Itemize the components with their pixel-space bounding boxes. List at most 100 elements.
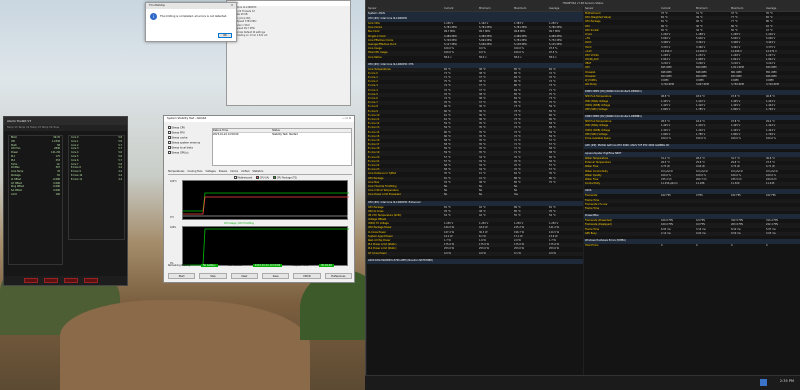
header-average: Average xyxy=(766,7,777,10)
table-cell-status: Stability Test: Started xyxy=(272,133,298,136)
sensor-row[interactable]: Conductivity 11.256 µS/cm 11.186 11.300 11.2… xyxy=(584,182,800,187)
sensor-value: No xyxy=(479,193,483,197)
legend-swatch xyxy=(256,176,259,179)
battery-value: No battery xyxy=(200,264,218,267)
stability-button[interactable]: Stop xyxy=(199,273,227,279)
legend-item[interactable]: CPU Package (TS) xyxy=(273,176,297,180)
taskbar-clock[interactable]: 2:35 PM xyxy=(780,379,794,383)
toolkit-button[interactable] xyxy=(84,278,98,283)
sensor-value: 3.03 ms xyxy=(766,231,776,235)
temperature-graph-svg xyxy=(183,192,349,217)
ok-button[interactable]: OK xyxy=(218,33,232,38)
checkbox-label: Stress local disks xyxy=(171,146,193,150)
checkbox-icon[interactable] xyxy=(168,131,171,134)
sensor-value xyxy=(695,207,730,211)
toolkit-right-panel: Core 0 5.8 Core 1 5.8 Core 2 5.7 Core 3 5.7 Core… xyxy=(68,135,125,240)
sensor-value: 11.245 xyxy=(766,182,775,186)
stability-tab[interactable]: Temperatures xyxy=(168,170,184,174)
cpuz-window[interactable]: CPU-Z Intel Core i9-14900HXCores 24 Thre… xyxy=(226,0,351,106)
checkbox-icon[interactable] xyxy=(168,136,171,139)
stability-tab[interactable]: Unified xyxy=(241,170,249,174)
sensor-value: 0.1 W xyxy=(514,251,521,255)
stability-tab[interactable]: Cooling Fans xyxy=(187,170,202,174)
sensor-row[interactable]: AIO Pump 3,726 RPM 3,697 RPM 3,756 RPM 3,726… xyxy=(584,83,800,88)
sensor-row[interactable]: Core Ratios 58.0 x 58.0 x 58.0 x 58.0 x xyxy=(367,56,583,60)
stability-button[interactable]: Start xyxy=(168,273,196,279)
sensor-value: 0 xyxy=(766,243,768,247)
battery-label: Remaining Battery: xyxy=(168,264,191,267)
sensor-row[interactable]: Drive Available Spare 100.0 % 100.0 % 100.0… xyxy=(584,137,800,141)
sensor-row[interactable]: GPU Busy 2.14 ms 0.00 ms 9.50 ms 3.03 ms xyxy=(584,231,800,236)
sensor-value: 1.800 V xyxy=(731,107,741,111)
stability-tab[interactable]: Clocks xyxy=(230,170,238,174)
checkbox-label: Stress FPU xyxy=(171,131,185,135)
message-dialog[interactable]: ThrottleStop ✕ i The limiting is complet… xyxy=(145,2,237,42)
legend-item[interactable]: Motherboard xyxy=(234,176,252,180)
sensor-name: Drive Available Spare xyxy=(585,136,611,140)
sensor-value: 11.186 xyxy=(696,182,705,186)
sensor-value: No xyxy=(444,193,448,197)
tray-icon[interactable] xyxy=(760,379,767,386)
usage-graph xyxy=(182,226,349,266)
graph-legend: Motherboard CPU (IA) CPU Package (TS) xyxy=(234,176,297,180)
sensor-section-header[interactable]: GPU [#0]: NVIDIA GeForce RTX 4090: ASUS … xyxy=(584,144,800,150)
checkbox-icon[interactable] xyxy=(168,141,171,144)
hwinfo-right-column: Sensor Current Minimum Maximum Average M… xyxy=(584,7,800,375)
sensor-value: 58.0 x xyxy=(514,55,522,59)
close-icon[interactable]: ✕ xyxy=(231,4,233,8)
cpuz-line: Start testing on 13 ok 1.63x vi2 xyxy=(231,34,268,37)
stability-tab[interactable]: Voltages xyxy=(206,170,216,174)
sensor-section-header[interactable]: ASUS ROG MAXIMUS Z790 APEX (Nuvoton NCT6… xyxy=(367,258,583,264)
checkbox-icon[interactable] xyxy=(168,151,171,154)
dialog-title: ThrottleStop xyxy=(149,4,166,7)
sensor-value: 1.785 V xyxy=(696,107,706,111)
hwinfo-left-column: Sensor Current Minimum Maximum Average S… xyxy=(367,7,583,375)
elapsed-label: Elapsed Time: xyxy=(292,264,309,267)
toolkit-tabs: Temp V1 Temp V2 Temp V3 Temp V4 Tune xyxy=(4,125,127,131)
section-title: ASUS ROG MAXIMUS Z790 APEX (Nuvoton NCT6… xyxy=(368,258,433,262)
sensor-value: 58.0 x xyxy=(549,55,557,59)
header-average: Average xyxy=(549,7,560,10)
stress-checkbox[interactable]: Stress GPU(s) xyxy=(168,151,208,156)
sensor-value: 1.800 V xyxy=(661,107,671,111)
legend-item[interactable]: CPU (IA) xyxy=(256,176,269,180)
stability-button[interactable]: Preferences xyxy=(324,273,352,279)
stability-button[interactable]: Clear xyxy=(230,273,258,279)
toolkit-title: Alarm Toolkit V7 xyxy=(4,117,127,125)
sensor-row[interactable]: VPP (SWC) Voltage 1.800 V 1.785 V 1.800 V 1.… xyxy=(584,107,800,113)
sensor-row[interactable]: Frame Time xyxy=(584,206,800,212)
sensor-value: 58.0 x xyxy=(479,55,487,59)
hwinfo-window[interactable]: HWiNFO64 v7.68 Sensors Status Sensor Cur… xyxy=(365,0,800,375)
sensor-name: Core Power Limit Exceeded xyxy=(368,193,401,197)
toolkit-button[interactable] xyxy=(64,278,78,283)
stability-button[interactable]: CPUID xyxy=(293,273,321,279)
sensor-value: 0.0 W xyxy=(549,251,556,255)
stability-test-window[interactable]: System Stability Test - AIDA64 — ☐ ✕ Str… xyxy=(163,115,355,283)
stability-tabs: Temperatures Cooling Fans Voltages Powers Cl… xyxy=(168,170,352,175)
wallpaper-rock xyxy=(60,300,310,390)
checkbox-icon[interactable] xyxy=(168,126,171,129)
info-icon: i xyxy=(150,13,157,20)
toolkit-button[interactable] xyxy=(24,278,38,283)
sensor-value: 0 xyxy=(696,243,698,247)
sensor-value xyxy=(660,207,695,211)
header-current: Current xyxy=(444,7,454,10)
sensor-row[interactable]: Total Errors 0 0 0 0 xyxy=(584,244,800,248)
sensor-name: Core Ratios xyxy=(368,55,382,59)
checkbox-icon[interactable] xyxy=(168,146,171,149)
toolkit-button[interactable] xyxy=(44,278,58,283)
sensor-value xyxy=(548,193,583,197)
stability-tab[interactable]: Powers xyxy=(219,170,227,174)
sensor-value: 100.0 % xyxy=(661,136,671,140)
header-minimum: Minimum xyxy=(479,7,491,10)
sensor-row[interactable]: GT Cores Power 0.0 W 0.0 W 0.1 W 0.0 W xyxy=(367,251,583,256)
stability-tab[interactable]: Statistics xyxy=(252,170,263,174)
sensor-name: Conductivity xyxy=(585,182,601,186)
cpuz-content: Intel Core i9-14900HX Cores 24 Threads 32… xyxy=(227,6,350,38)
close-icon[interactable]: — ☐ ✕ xyxy=(342,117,351,121)
stability-button[interactable]: Save xyxy=(261,273,290,279)
sensor-value xyxy=(765,207,800,211)
header-sensor: Sensor xyxy=(368,7,377,10)
alarm-toolkit-window[interactable]: Alarm Toolkit V7 Temp V1 Temp V2 Temp V3… xyxy=(3,116,128,286)
sensor-row[interactable]: Core Power Limit Exceeded No No Yes xyxy=(367,193,583,198)
